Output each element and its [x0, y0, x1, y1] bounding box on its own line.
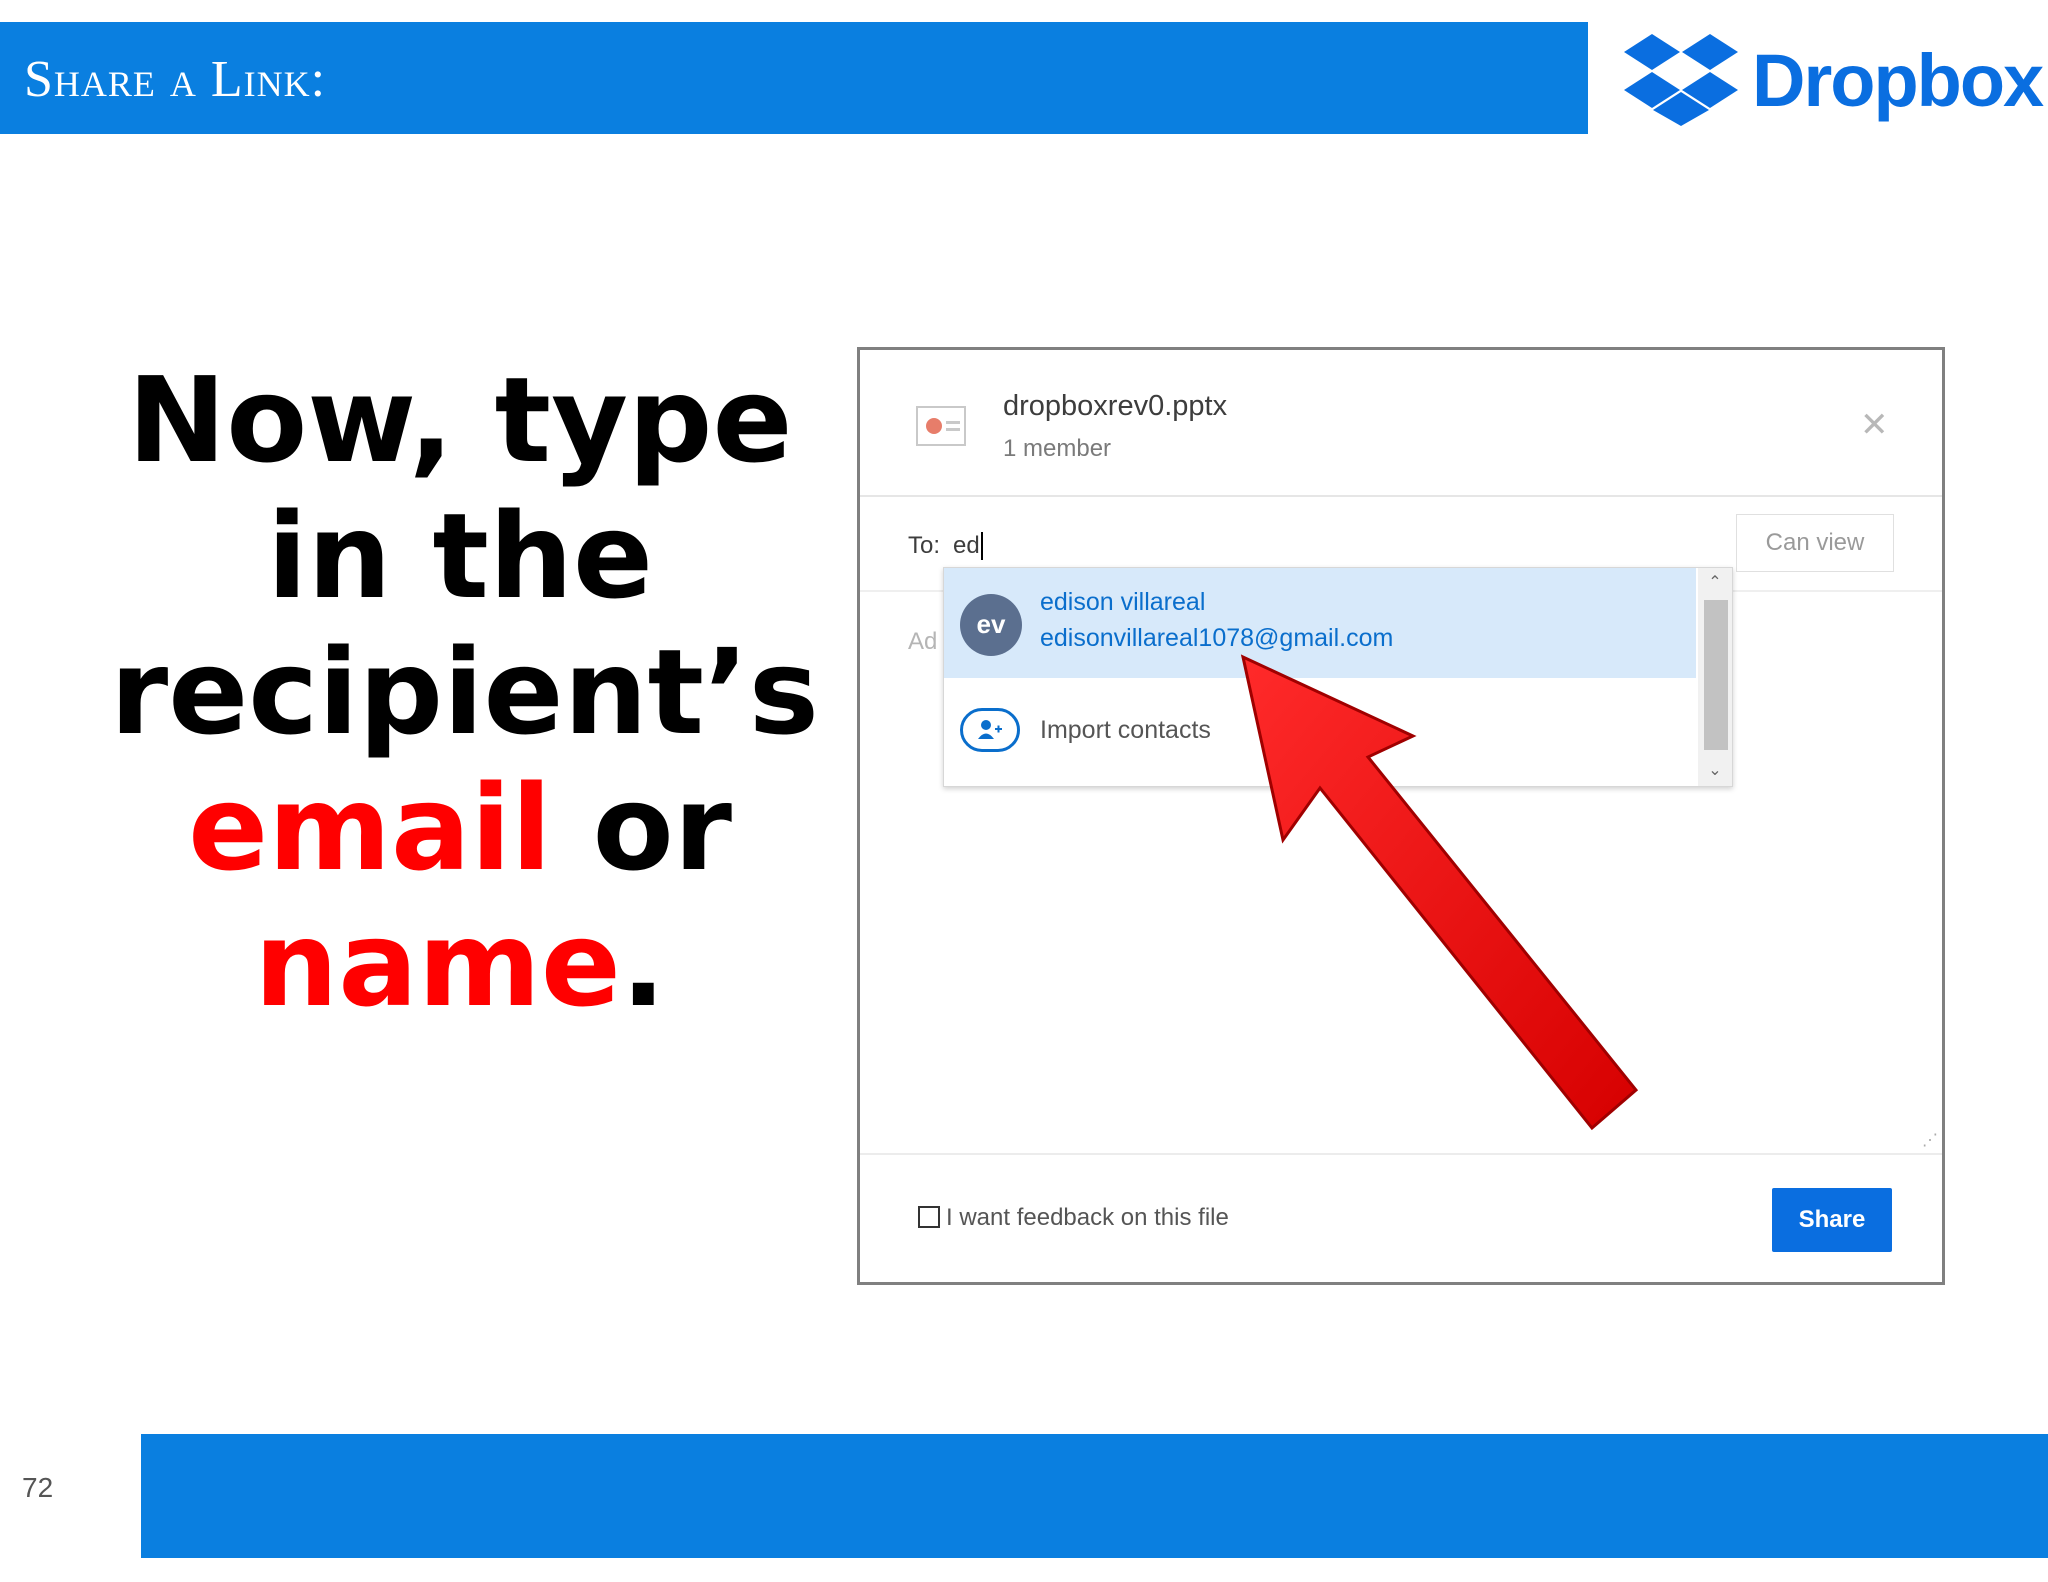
or-word: or [551, 759, 732, 897]
close-icon[interactable]: ✕ [1860, 405, 1889, 445]
import-contacts-item[interactable]: Import contacts [944, 680, 1696, 786]
period: . [620, 895, 666, 1033]
dropbox-logo: Dropbox [1622, 30, 2044, 126]
slide-title: Share a Link: [24, 51, 327, 108]
instruction-line-1: Now, type [127, 351, 793, 489]
suggestion-email: edisonvillareal1078@gmail.com [1040, 624, 1394, 652]
header-bar: Share a Link: [0, 22, 1588, 134]
feedback-checkbox[interactable] [918, 1206, 940, 1228]
scroll-up-icon[interactable]: ⌃ [1698, 568, 1732, 598]
dropbox-box-icon [1624, 34, 1738, 126]
share-button[interactable]: Share [1772, 1188, 1892, 1252]
permission-dropdown[interactable]: Can view [1736, 514, 1894, 572]
suggestion-item[interactable]: ev edison villareal edisonvillareal1078@… [944, 568, 1696, 678]
scroll-down-icon[interactable]: ⌄ [1698, 756, 1732, 786]
recipient-input[interactable]: ed [953, 532, 983, 560]
instruction-line-2: in the [267, 487, 653, 625]
feedback-label: I want feedback on this file [946, 1204, 1229, 1231]
import-contacts-label: Import contacts [1040, 716, 1211, 744]
page-number: 72 [22, 1472, 54, 1503]
instruction-text: Now, type in the recipient’s email or na… [110, 351, 820, 1032]
avatar: ev [960, 594, 1022, 656]
email-word: email [188, 759, 552, 897]
divider [860, 495, 1942, 497]
autocomplete-dropdown: ev edison villareal edisonvillareal1078@… [943, 567, 1733, 787]
divider [860, 1153, 1942, 1155]
instruction-line-3: recipient’s [110, 623, 820, 761]
logo-text: Dropbox [1752, 39, 2044, 122]
suggestion-name: edison villareal [1040, 588, 1206, 616]
message-field[interactable]: Ad [908, 628, 937, 656]
pptx-file-icon [916, 406, 966, 446]
to-label: To: [908, 532, 941, 559]
file-name: dropboxrev0.pptx [1003, 390, 1228, 422]
member-count[interactable]: 1 member [1003, 435, 1111, 463]
resize-grip-icon[interactable]: ⋰ [1922, 1130, 1938, 1150]
instruction-line-4: email or [110, 760, 810, 896]
instruction-line-5: name. [110, 896, 810, 1032]
share-dialog: dropboxrev0.pptx 1 member ✕ To: ed Can v… [857, 347, 1945, 1285]
footer-bar [141, 1434, 2048, 1558]
name-word: name [254, 895, 621, 1033]
dropdown-scrollbar[interactable]: ⌃ ⌄ [1698, 568, 1732, 786]
add-contact-icon [960, 708, 1020, 752]
scroll-thumb[interactable] [1704, 600, 1728, 750]
